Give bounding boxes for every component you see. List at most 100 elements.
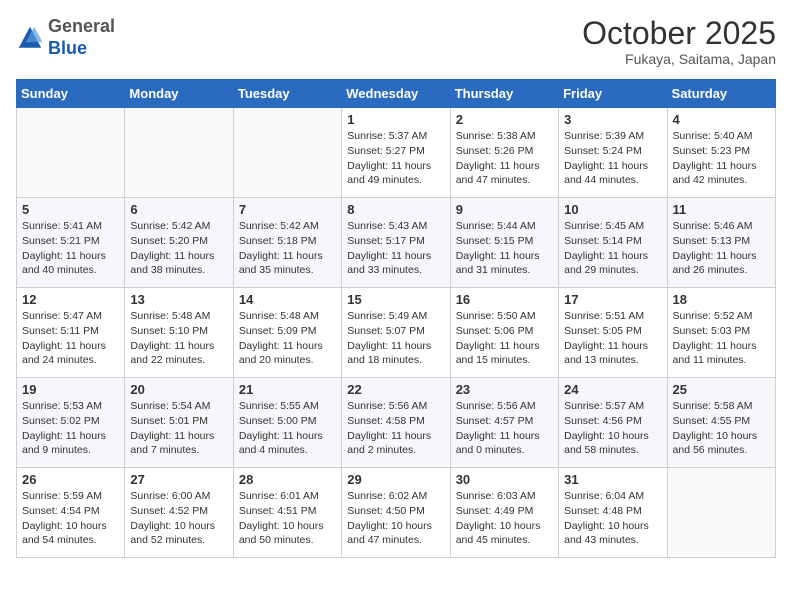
day-info: Sunrise: 5:37 AMSunset: 5:27 PMDaylight:… — [347, 129, 444, 188]
calendar-cell: 30 Sunrise: 6:03 AMSunset: 4:49 PMDayligh… — [450, 468, 558, 558]
day-number: 12 — [22, 292, 119, 307]
day-info: Sunrise: 6:01 AMSunset: 4:51 PMDaylight:… — [239, 489, 336, 548]
location-subtitle: Fukaya, Saitama, Japan — [582, 51, 776, 67]
day-info: Sunrise: 5:40 AMSunset: 5:23 PMDaylight:… — [673, 129, 770, 188]
calendar-week-4: 19 Sunrise: 5:53 AMSunset: 5:02 PMDayligh… — [17, 378, 776, 468]
day-info: Sunrise: 6:02 AMSunset: 4:50 PMDaylight:… — [347, 489, 444, 548]
day-info: Sunrise: 5:41 AMSunset: 5:21 PMDaylight:… — [22, 219, 119, 278]
calendar-cell: 6 Sunrise: 5:42 AMSunset: 5:20 PMDaylight… — [125, 198, 233, 288]
day-info: Sunrise: 5:42 AMSunset: 5:18 PMDaylight:… — [239, 219, 336, 278]
day-number: 7 — [239, 202, 336, 217]
day-info: Sunrise: 5:55 AMSunset: 5:00 PMDaylight:… — [239, 399, 336, 458]
day-info: Sunrise: 5:38 AMSunset: 5:26 PMDaylight:… — [456, 129, 553, 188]
day-info: Sunrise: 5:53 AMSunset: 5:02 PMDaylight:… — [22, 399, 119, 458]
day-info: Sunrise: 6:00 AMSunset: 4:52 PMDaylight:… — [130, 489, 227, 548]
calendar-cell: 13 Sunrise: 5:48 AMSunset: 5:10 PMDayligh… — [125, 288, 233, 378]
logo: General Blue — [16, 16, 115, 59]
calendar-week-2: 5 Sunrise: 5:41 AMSunset: 5:21 PMDaylight… — [17, 198, 776, 288]
day-number: 29 — [347, 472, 444, 487]
day-number: 20 — [130, 382, 227, 397]
day-info: Sunrise: 5:47 AMSunset: 5:11 PMDaylight:… — [22, 309, 119, 368]
calendar-cell: 8 Sunrise: 5:43 AMSunset: 5:17 PMDaylight… — [342, 198, 450, 288]
weekday-header-monday: Monday — [125, 80, 233, 108]
day-info: Sunrise: 5:39 AMSunset: 5:24 PMDaylight:… — [564, 129, 661, 188]
day-info: Sunrise: 5:45 AMSunset: 5:14 PMDaylight:… — [564, 219, 661, 278]
day-number: 2 — [456, 112, 553, 127]
day-info: Sunrise: 5:54 AMSunset: 5:01 PMDaylight:… — [130, 399, 227, 458]
logo-icon — [16, 24, 44, 52]
weekday-header-wednesday: Wednesday — [342, 80, 450, 108]
calendar-cell: 12 Sunrise: 5:47 AMSunset: 5:11 PMDayligh… — [17, 288, 125, 378]
weekday-header-row: SundayMondayTuesdayWednesdayThursdayFrid… — [17, 80, 776, 108]
day-info: Sunrise: 5:56 AMSunset: 4:58 PMDaylight:… — [347, 399, 444, 458]
calendar-cell: 21 Sunrise: 5:55 AMSunset: 5:00 PMDayligh… — [233, 378, 341, 468]
calendar-cell: 18Sunrise: 5:52 AMSunset: 5:03 PMDayligh… — [667, 288, 775, 378]
calendar-week-5: 26 Sunrise: 5:59 AMSunset: 4:54 PMDayligh… — [17, 468, 776, 558]
calendar-cell: 15Sunrise: 5:49 AMSunset: 5:07 PMDayligh… — [342, 288, 450, 378]
month-title: October 2025 — [582, 16, 776, 51]
calendar-cell: 25 Sunrise: 5:58 AMSunset: 4:55 PMDayligh… — [667, 378, 775, 468]
day-info: Sunrise: 5:43 AMSunset: 5:17 PMDaylight:… — [347, 219, 444, 278]
day-number: 25 — [673, 382, 770, 397]
calendar-cell: 23 Sunrise: 5:56 AMSunset: 4:57 PMDayligh… — [450, 378, 558, 468]
weekday-header-friday: Friday — [559, 80, 667, 108]
day-number: 11 — [673, 202, 770, 217]
day-number: 21 — [239, 382, 336, 397]
day-number: 3 — [564, 112, 661, 127]
calendar-cell: 7 Sunrise: 5:42 AMSunset: 5:18 PMDaylight… — [233, 198, 341, 288]
weekday-header-sunday: Sunday — [17, 80, 125, 108]
day-number: 6 — [130, 202, 227, 217]
calendar-cell: 20 Sunrise: 5:54 AMSunset: 5:01 PMDayligh… — [125, 378, 233, 468]
calendar-week-3: 12 Sunrise: 5:47 AMSunset: 5:11 PMDayligh… — [17, 288, 776, 378]
day-number: 4 — [673, 112, 770, 127]
calendar-cell: 10 Sunrise: 5:45 AMSunset: 5:14 PMDayligh… — [559, 198, 667, 288]
day-number: 31 — [564, 472, 661, 487]
logo-blue-text: Blue — [48, 38, 87, 58]
day-number: 14 — [239, 292, 336, 307]
day-number: 1 — [347, 112, 444, 127]
title-block: October 2025 Fukaya, Saitama, Japan — [582, 16, 776, 67]
day-info: Sunrise: 5:50 AMSunset: 5:06 PMDaylight:… — [456, 309, 553, 368]
calendar-cell — [233, 108, 341, 198]
calendar-cell: 22 Sunrise: 5:56 AMSunset: 4:58 PMDayligh… — [342, 378, 450, 468]
day-info: Sunrise: 5:48 AMSunset: 5:10 PMDaylight:… — [130, 309, 227, 368]
calendar-cell: 2 Sunrise: 5:38 AMSunset: 5:26 PMDaylight… — [450, 108, 558, 198]
calendar-cell: 29 Sunrise: 6:02 AMSunset: 4:50 PMDayligh… — [342, 468, 450, 558]
calendar-cell: 16 Sunrise: 5:50 AMSunset: 5:06 PMDayligh… — [450, 288, 558, 378]
day-number: 5 — [22, 202, 119, 217]
day-info: Sunrise: 6:04 AMSunset: 4:48 PMDaylight:… — [564, 489, 661, 548]
day-number: 23 — [456, 382, 553, 397]
day-number: 17 — [564, 292, 661, 307]
day-info: Sunrise: 5:42 AMSunset: 5:20 PMDaylight:… — [130, 219, 227, 278]
day-info: Sunrise: 5:57 AMSunset: 4:56 PMDaylight:… — [564, 399, 661, 458]
calendar-cell: 28Sunrise: 6:01 AMSunset: 4:51 PMDayligh… — [233, 468, 341, 558]
day-number: 15 — [347, 292, 444, 307]
day-info: Sunrise: 5:59 AMSunset: 4:54 PMDaylight:… — [22, 489, 119, 548]
day-info: Sunrise: 5:46 AMSunset: 5:13 PMDaylight:… — [673, 219, 770, 278]
calendar-cell: 26 Sunrise: 5:59 AMSunset: 4:54 PMDayligh… — [17, 468, 125, 558]
calendar-cell: 4 Sunrise: 5:40 AMSunset: 5:23 PMDaylight… — [667, 108, 775, 198]
logo-general-text: General — [48, 16, 115, 36]
day-number: 10 — [564, 202, 661, 217]
day-number: 13 — [130, 292, 227, 307]
calendar-cell: 14Sunrise: 5:48 AMSunset: 5:09 PMDayligh… — [233, 288, 341, 378]
day-number: 30 — [456, 472, 553, 487]
day-number: 24 — [564, 382, 661, 397]
calendar-cell: 27Sunrise: 6:00 AMSunset: 4:52 PMDayligh… — [125, 468, 233, 558]
day-number: 19 — [22, 382, 119, 397]
day-info: Sunrise: 6:03 AMSunset: 4:49 PMDaylight:… — [456, 489, 553, 548]
calendar-cell — [17, 108, 125, 198]
calendar-cell: 5 Sunrise: 5:41 AMSunset: 5:21 PMDaylight… — [17, 198, 125, 288]
day-number: 22 — [347, 382, 444, 397]
day-info: Sunrise: 5:56 AMSunset: 4:57 PMDaylight:… — [456, 399, 553, 458]
day-number: 8 — [347, 202, 444, 217]
day-number: 16 — [456, 292, 553, 307]
day-number: 26 — [22, 472, 119, 487]
calendar-cell: 17Sunrise: 5:51 AMSunset: 5:05 PMDayligh… — [559, 288, 667, 378]
calendar-table: SundayMondayTuesdayWednesdayThursdayFrid… — [16, 79, 776, 558]
calendar-cell: 24 Sunrise: 5:57 AMSunset: 4:56 PMDayligh… — [559, 378, 667, 468]
calendar-cell: 1 Sunrise: 5:37 AMSunset: 5:27 PMDaylight… — [342, 108, 450, 198]
calendar-week-1: 1 Sunrise: 5:37 AMSunset: 5:27 PMDaylight… — [17, 108, 776, 198]
day-number: 18 — [673, 292, 770, 307]
day-info: Sunrise: 5:58 AMSunset: 4:55 PMDaylight:… — [673, 399, 770, 458]
